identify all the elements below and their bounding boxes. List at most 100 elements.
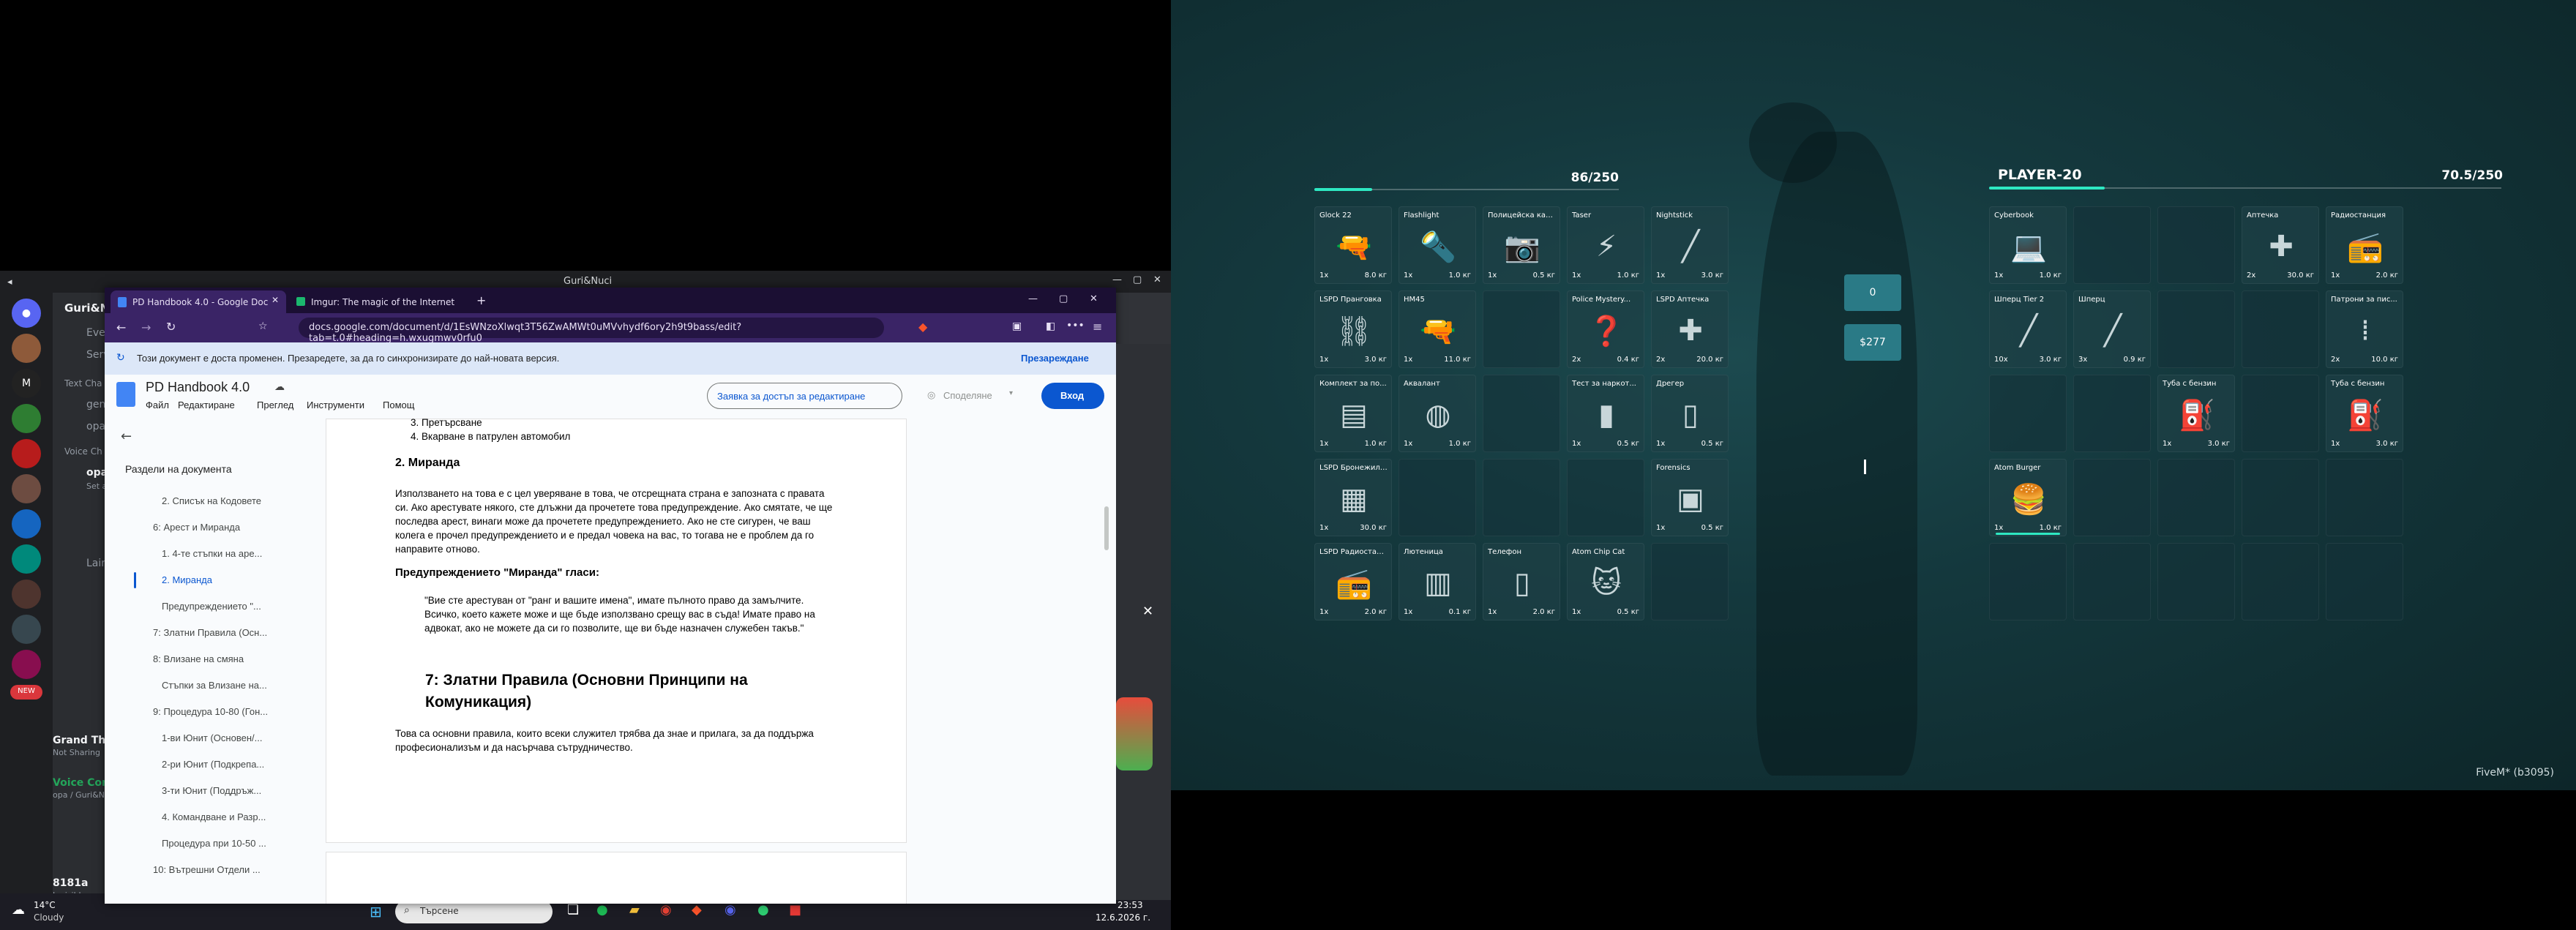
menu-help[interactable]: Помощ: [383, 400, 414, 410]
channel-events[interactable]: Eve: [86, 327, 105, 339]
sign-in-button[interactable]: Вход: [1041, 383, 1104, 409]
new-badge[interactable]: NEW: [10, 685, 42, 700]
menu-file[interactable]: Файл: [146, 400, 169, 410]
inventory-slot[interactable]: Forensics ▣ 1x 0.5 кг: [1651, 459, 1729, 536]
menu-tools[interactable]: Инструменти: [307, 400, 364, 410]
inventory-slot[interactable]: LSPD Радиостан... 📻 1x 2.0 кг: [1314, 543, 1392, 620]
menu-view[interactable]: Преглед: [257, 400, 293, 410]
outline-item[interactable]: 7: Златни Правила (Осн...: [153, 627, 282, 638]
category-text[interactable]: Text Cha: [64, 378, 102, 389]
inventory-slot[interactable]: Полицейска кам... 📷 1x 0.5 кг: [1483, 206, 1560, 284]
inventory-slot[interactable]: Flashlight 🔦 1x 1.0 кг: [1399, 206, 1476, 284]
inventory-slot[interactable]: HM45 🔫 1x 11.0 кг: [1399, 290, 1476, 368]
more-icon[interactable]: •••: [1066, 320, 1085, 331]
inventory-slot[interactable]: [2157, 459, 2235, 536]
inventory-slot[interactable]: [2157, 290, 2235, 368]
inventory-slot[interactable]: Police Mystery... ❓ 2x 0.4 кг: [1567, 290, 1644, 368]
clock-date[interactable]: 12.6.2026 г.: [1096, 912, 1150, 923]
inventory-slot[interactable]: LSPD Бронежиле... ▦ 1x 30.0 кг: [1314, 459, 1392, 536]
inventory-slot[interactable]: [2073, 375, 2151, 452]
outline-item[interactable]: 10: Вътрешни Отдели ...: [153, 864, 282, 875]
tab-close-icon[interactable]: ✕: [272, 295, 279, 305]
back-arrow-icon[interactable]: ←: [121, 429, 132, 444]
inventory-slot[interactable]: [2326, 543, 2403, 620]
server-icon[interactable]: [12, 650, 41, 679]
close-button[interactable]: ✕: [1090, 293, 1098, 304]
discord-taskbar-icon[interactable]: ◉: [724, 902, 736, 918]
minimize-button[interactable]: —: [1112, 274, 1122, 285]
outline-item[interactable]: 8: Влизане на смяна: [153, 653, 282, 664]
server-icon[interactable]: [12, 615, 41, 644]
spotify-icon[interactable]: ●: [596, 902, 608, 918]
outline-item[interactable]: 2-ри Юнит (Подкрепа...: [162, 759, 282, 770]
inventory-slot[interactable]: [1483, 375, 1560, 452]
menu-icon[interactable]: ≡: [1093, 320, 1102, 334]
inventory-slot[interactable]: [1651, 543, 1729, 620]
new-tab-button[interactable]: +: [476, 293, 486, 307]
explorer-icon[interactable]: ▰: [629, 902, 640, 918]
inventory-slot[interactable]: Туба с бензин ⛽ 1x 3.0 кг: [2326, 375, 2403, 452]
server-icon[interactable]: [12, 544, 41, 574]
inventory-slot[interactable]: Аквалант ◍ 1x 1.0 кг: [1399, 375, 1476, 452]
inventory-slot[interactable]: LSPD Пранговка ⛓ 1x 3.0 кг: [1314, 290, 1392, 368]
share-button[interactable]: ◎ Споделяне ▾: [920, 383, 1026, 409]
scrollbar[interactable]: [1104, 506, 1109, 550]
sidebar-icon[interactable]: ◧: [1046, 320, 1055, 332]
inventory-slot[interactable]: Комплект за по... ▤ 1x 1.0 кг: [1314, 375, 1392, 452]
app-icon[interactable]: ●: [757, 902, 769, 918]
outline-item[interactable]: 2. Списък на Кодовете: [162, 495, 282, 506]
inventory-slot[interactable]: Тест за наркот... ▮ 1x 0.5 кг: [1567, 375, 1644, 452]
inventory-slot[interactable]: [2242, 375, 2319, 452]
close-icon[interactable]: ✕: [1142, 604, 1153, 619]
channel-general[interactable]: gen: [86, 399, 105, 410]
voice-channel-lair[interactable]: Lair: [86, 558, 105, 569]
forward-icon[interactable]: →: [141, 320, 151, 334]
inventory-slot[interactable]: [2242, 290, 2319, 368]
inventory-slot[interactable]: Лютеница ▥ 1x 0.1 кг: [1399, 543, 1476, 620]
doc-title[interactable]: PD Handbook 4.0: [146, 380, 250, 395]
task-view-icon[interactable]: ❏: [567, 902, 579, 918]
inventory-slot[interactable]: [2326, 459, 2403, 536]
server-icon[interactable]: [12, 439, 41, 468]
clock-time[interactable]: 23:53: [1117, 900, 1143, 910]
inventory-slot[interactable]: Taser ⚡ 1x 1.0 кг: [1567, 206, 1644, 284]
inventory-slot[interactable]: [1989, 543, 2067, 620]
brave-shield-icon[interactable]: ◆: [918, 320, 927, 334]
inventory-slot[interactable]: Nightstick ╱ 1x 3.0 кг: [1651, 206, 1729, 284]
chrome-icon[interactable]: ◉: [660, 902, 672, 918]
start-button[interactable]: ⊞: [370, 903, 382, 920]
inventory-slot[interactable]: Шперц Tier 2 ╱ 10x 3.0 кг: [1989, 290, 2067, 368]
inventory-slot[interactable]: LSPD Аптечка ✚ 2x 20.0 кг: [1651, 290, 1729, 368]
inventory-slot[interactable]: Аптечка ✚ 2x 30.0 кг: [2242, 206, 2319, 284]
inventory-slot[interactable]: [2242, 543, 2319, 620]
inventory-slot[interactable]: Atom Chip Cat 🐱 1x 0.5 кг: [1567, 543, 1644, 620]
inventory-slot[interactable]: [1483, 290, 1560, 368]
reload-link[interactable]: Презареждане: [1021, 353, 1089, 364]
home-icon[interactable]: ●: [12, 299, 41, 328]
inventory-slot[interactable]: Дрегер ▯ 1x 0.5 кг: [1651, 375, 1729, 452]
channel-opa[interactable]: opa: [86, 421, 105, 432]
maximize-button[interactable]: ▢: [1133, 274, 1142, 285]
outline-item[interactable]: Процедура при 10-50 ...: [162, 838, 282, 849]
outline-item[interactable]: 1. 4-те стъпки на аре...: [162, 548, 282, 559]
reload-icon[interactable]: ↻: [166, 320, 176, 334]
inventory-slot[interactable]: [2157, 543, 2235, 620]
category-voice[interactable]: Voice Ch: [64, 446, 102, 457]
server-icon[interactable]: [12, 334, 41, 363]
server-icon[interactable]: M: [12, 369, 41, 398]
inventory-slot[interactable]: [2073, 459, 2151, 536]
tab-imgur[interactable]: Imgur: The magic of the Internet: [289, 290, 465, 313]
inventory-slot[interactable]: Cyberbook 💻 1x 1.0 кг: [1989, 206, 2067, 284]
maximize-button[interactable]: ▢: [1059, 293, 1068, 304]
image-thumbnail[interactable]: [1116, 697, 1153, 770]
inventory-slot[interactable]: [1989, 375, 2067, 452]
server-icon[interactable]: [12, 580, 41, 609]
inventory-slot[interactable]: [1567, 459, 1644, 536]
extension-icon[interactable]: ▣: [1012, 320, 1022, 332]
inventory-slot[interactable]: Atom Burger 🍔 1x 1.0 кг: [1989, 459, 2067, 536]
address-bar[interactable]: docs.google.com/document/d/1EsWNzoXlwqt3…: [299, 318, 884, 344]
inventory-slot[interactable]: Радиостанция 📻 1x 2.0 кг: [2326, 206, 2403, 284]
outline-item[interactable]: Предупреждението "...: [162, 601, 282, 612]
amount-input[interactable]: 0: [1844, 274, 1901, 311]
back-icon[interactable]: ←: [116, 320, 126, 334]
